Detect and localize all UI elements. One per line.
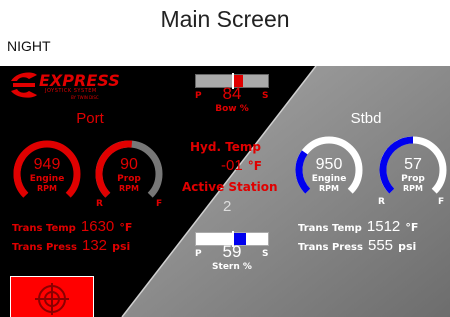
stbd-engine-label: Engine bbox=[311, 174, 347, 184]
stern-value: 59 bbox=[222, 242, 242, 261]
crosshair-icon bbox=[35, 283, 69, 315]
hyd-temp-unit: °F bbox=[247, 159, 262, 173]
port-trans-press-label: Trans Press bbox=[12, 242, 77, 253]
stbd-prop-value: 57 bbox=[404, 156, 422, 173]
port-prop-forward: F bbox=[156, 199, 163, 209]
express-logo: EXPRESS JOYSTICK SYSTEM BY TWIN DISC bbox=[9, 71, 120, 101]
logo-tagline: JOYSTICK SYSTEM bbox=[45, 88, 97, 94]
stbd-trans-press-row: Trans Press 555 psi bbox=[298, 235, 416, 254]
port-prop-units: RPM bbox=[119, 184, 139, 193]
port-engine-units: RPM bbox=[37, 184, 57, 193]
port-prop-value: 90 bbox=[120, 156, 138, 173]
stbd-prop-forward: F bbox=[438, 197, 445, 207]
gauge-panel: EXPRESS JOYSTICK SYSTEM BY TWIN DISC P S… bbox=[0, 66, 450, 317]
port-trans-temp-label: Trans Temp bbox=[12, 223, 76, 234]
port-engine-label: Engine bbox=[29, 174, 65, 184]
port-trans-temp-row: Trans Temp 1630 °F bbox=[12, 216, 132, 235]
stbd-trans-temp-unit: °F bbox=[405, 221, 419, 234]
port-trans-press-value: 132 bbox=[82, 237, 108, 254]
active-station-value: 2 bbox=[223, 198, 232, 215]
bow-stbd-label: S bbox=[262, 91, 269, 101]
port-trans-press-row: Trans Press 132 psi bbox=[12, 235, 130, 254]
night-mode-button[interactable] bbox=[10, 276, 94, 317]
port-trans-temp-unit: °F bbox=[119, 221, 133, 234]
stbd-trans-press-value: 555 bbox=[368, 237, 394, 254]
stbd-trans-temp-value: 1512 bbox=[366, 218, 401, 235]
stern-stbd-label: S bbox=[262, 249, 269, 259]
bow-port-label: P bbox=[195, 91, 202, 101]
page-title: Main Screen bbox=[160, 6, 290, 32]
display-mode-label: NIGHT bbox=[7, 38, 51, 54]
stbd-trans-press-label: Trans Press bbox=[298, 242, 363, 253]
logo-by: BY TWIN DISC bbox=[71, 95, 99, 100]
stbd-engine-gauge: 950 Engine RPM bbox=[288, 134, 370, 204]
port-trans-temp-value: 1630 bbox=[80, 218, 115, 235]
stbd-title: Stbd bbox=[350, 110, 382, 127]
stbd-trans-press-unit: psi bbox=[398, 240, 417, 253]
port-prop-label: Prop bbox=[117, 174, 141, 184]
stern-label: Stern % bbox=[212, 262, 252, 272]
port-engine-gauge: 949 Engine RPM bbox=[6, 138, 88, 208]
port-prop-gauge: 90 Prop RPM R F bbox=[88, 138, 170, 209]
active-station-label: Active Station bbox=[182, 180, 278, 194]
stbd-trans-temp-label: Trans Temp bbox=[298, 223, 362, 234]
port-engine-value: 949 bbox=[33, 156, 61, 173]
stern-port-label: P bbox=[195, 249, 202, 259]
stbd-prop-label: Prop bbox=[401, 174, 425, 184]
stbd-trans-temp-row: Trans Temp 1512 °F bbox=[298, 216, 418, 235]
stbd-engine-units: RPM bbox=[319, 184, 339, 193]
hyd-temp-label: Hyd. Temp bbox=[190, 140, 262, 154]
port-title: Port bbox=[76, 110, 104, 127]
hyd-temp-readout: -01 °F bbox=[221, 155, 262, 174]
bow-label: Bow % bbox=[215, 104, 249, 114]
stbd-prop-units: RPM bbox=[403, 184, 423, 193]
port-trans-press-unit: psi bbox=[112, 240, 131, 253]
stbd-prop-gauge: 57 Prop RPM R F bbox=[372, 134, 450, 207]
hyd-temp-value: -01 bbox=[221, 157, 243, 174]
port-prop-reverse: R bbox=[96, 199, 103, 209]
stbd-prop-reverse: R bbox=[378, 197, 385, 207]
bow-value: 84 bbox=[222, 84, 242, 103]
stbd-engine-value: 950 bbox=[315, 156, 343, 173]
